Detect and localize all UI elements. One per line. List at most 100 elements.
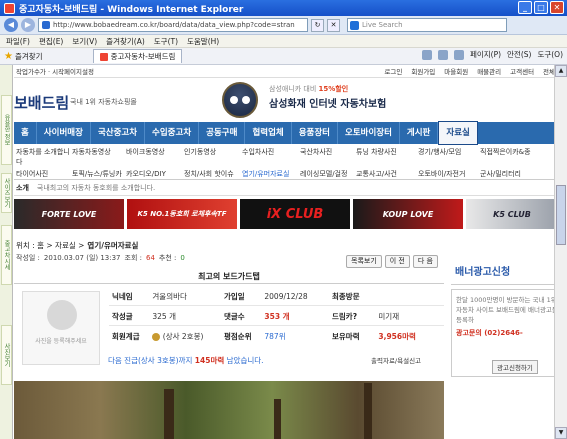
address-bar: ◀ ▶ http://www.bobaedream.co.kr/board/da… <box>0 16 567 35</box>
subnav-item[interactable]: 토픽/뉴스/튜닝카 <box>72 169 126 179</box>
tab-favicon-icon <box>99 52 108 61</box>
nav-board[interactable]: 게시판 <box>400 122 439 144</box>
nav-archive[interactable]: 자료실 <box>438 121 478 145</box>
subnav-item-active[interactable]: 엽기/유머자료실 <box>242 169 300 179</box>
print-icon[interactable] <box>453 49 464 60</box>
search-input[interactable]: Live Search <box>347 18 507 32</box>
feeds-icon[interactable] <box>437 49 448 60</box>
nav-bike[interactable]: 오토바이장터 <box>338 122 400 144</box>
close-button[interactable]: ✕ <box>550 1 564 14</box>
command-safety[interactable]: 안전(S) <box>507 49 531 60</box>
mascot-image[interactable] <box>222 82 258 118</box>
subnav-item[interactable]: 교통사고/사건 <box>356 169 418 179</box>
photo-tree <box>274 399 281 439</box>
profile-divider <box>109 325 444 326</box>
menu-bar: 파일(F) 편집(E) 보기(V) 즐겨찾기(A) 도구(T) 도움말(H) <box>0 35 567 48</box>
nav-import[interactable]: 수입중고차 <box>145 122 200 144</box>
side-tab-3[interactable]: 중고차시세 <box>1 225 12 285</box>
subnav-item[interactable]: 카오디오/DIY <box>126 169 184 179</box>
login-link[interactable]: 로그인 <box>384 66 402 76</box>
subnav-item[interactable]: 자동차를 소개합니다 <box>16 147 72 167</box>
ad-main-text[interactable]: 삼성화재 인터넷 자동차보험 <box>269 95 386 110</box>
subnav-item[interactable]: 군사/밀리터리 <box>480 169 540 179</box>
menu-view[interactable]: 보기(V) <box>72 36 97 47</box>
subnav-item[interactable]: 수입차사진 <box>242 147 300 167</box>
side-tab-1[interactable]: 유용한 정보 <box>1 95 12 165</box>
banner-koup[interactable]: KOUP LOVE <box>353 199 463 229</box>
nav-goods[interactable]: 용품장터 <box>292 122 338 144</box>
banner-ad-title[interactable]: 배너광고신청 <box>451 257 567 285</box>
subnav-item[interactable]: 레이싱모델/걸정 <box>300 169 356 179</box>
subnav-item[interactable]: 튜닝 차량사진 <box>356 147 418 167</box>
side-tab-4[interactable]: 사진보기 <box>1 325 12 385</box>
minimize-button[interactable]: _ <box>518 1 532 14</box>
side-tab-2[interactable]: 사이즈보기 <box>1 173 12 213</box>
menu-help[interactable]: 도움말(H) <box>187 36 219 47</box>
command-tools[interactable]: 도구(O) <box>537 49 563 60</box>
notice-label: 소개 <box>16 183 29 192</box>
subnav-item[interactable]: 국산차사진 <box>300 147 356 167</box>
home-icon[interactable] <box>421 49 432 60</box>
scroll-up-icon[interactable]: ▲ <box>555 65 567 77</box>
subnav-item[interactable]: 정치/사회 핫이슈 <box>184 169 242 179</box>
banner-k5-tf[interactable]: K5 NO.1동호회 로체후속TF <box>127 199 237 229</box>
subnav-item[interactable]: 경기/행사/모임 <box>418 147 480 167</box>
scrollbar[interactable]: ▲ ▼ <box>554 65 567 439</box>
nav-group-buy[interactable]: 공동구매 <box>199 122 246 144</box>
favorites-label[interactable]: 즐겨찾기 <box>15 51 43 62</box>
avatar[interactable]: 사진을 등록해주세요 <box>22 291 100 365</box>
subnav-item[interactable]: 타이어사진 <box>16 169 72 179</box>
list-button[interactable]: 목록보기 <box>346 255 382 268</box>
join-link[interactable]: 회원가입 <box>411 66 435 76</box>
date-label: 작성일 : <box>16 254 40 262</box>
back-icon[interactable]: ◀ <box>4 18 18 32</box>
promotion-status: 다음 진급(상사 3호봉)까지 145마력 남았습니다. <box>108 356 264 365</box>
nav-cyber[interactable]: 사이버매장 <box>37 122 91 144</box>
command-page[interactable]: 페이지(P) <box>470 49 501 60</box>
listing-link[interactable]: 매물관리 <box>477 66 501 76</box>
toplinks-left[interactable]: 작업가수가 · 시작페이지설정 <box>16 66 94 76</box>
rank-row: 평점순위 787위 <box>224 332 286 341</box>
right-column: 배너광고신청 한달 1000만명이 방문하는 국내 1위 자동차 사이트 보배드… <box>451 255 567 377</box>
banner-k5-club[interactable]: K5 CLUB <box>466 199 558 229</box>
report-link[interactable]: 출력자료/욕설신고 <box>371 355 421 365</box>
nav-domestic[interactable]: 국산중고차 <box>91 122 146 144</box>
comments-value: 353 개 <box>264 312 290 321</box>
views-label: 조회 : <box>124 254 142 262</box>
subnav-item[interactable]: 자동차동영상 <box>72 147 126 167</box>
next-button[interactable]: 다 음 <box>412 255 438 268</box>
subnav-item[interactable]: 직접찍은이카&종 <box>480 147 540 167</box>
menu-tools[interactable]: 도구(T) <box>154 36 178 47</box>
banner-forte[interactable]: FORTE LOVE <box>14 199 124 229</box>
ad-top-text[interactable]: 삼성애니카 대비 15%할인 <box>269 84 348 94</box>
site-logo[interactable]: 보배드림 <box>14 92 69 113</box>
url-input[interactable]: http://www.bobaedream.co.kr/board/data/d… <box>38 18 308 32</box>
window-title: 중고자동차-보배드림 - Windows Internet Explorer <box>19 4 244 15</box>
breadcrumb-current: 엽기/유머자료실 <box>87 240 139 250</box>
scroll-thumb[interactable] <box>556 185 566 245</box>
subnav-item[interactable]: 오토바이/자전거 <box>418 169 480 179</box>
banner-ix-club[interactable]: iX CLUB <box>240 199 350 229</box>
browser-tab[interactable]: 중고자동차-보배드림 <box>92 49 183 63</box>
nav-partners[interactable]: 협력업체 <box>245 122 292 144</box>
menu-favorites[interactable]: 즐겨찾기(A) <box>106 36 145 47</box>
stop-icon[interactable]: ✕ <box>327 18 340 32</box>
refresh-icon[interactable]: ↻ <box>311 18 324 32</box>
subnav-item[interactable]: 인기동영상 <box>184 147 242 167</box>
post-photo[interactable] <box>14 381 444 439</box>
subnav-item[interactable]: 바이크동영상 <box>126 147 184 167</box>
scroll-down-icon[interactable]: ▼ <box>555 427 567 439</box>
maximize-button[interactable]: □ <box>534 1 548 14</box>
prev-button[interactable]: 이 전 <box>384 255 410 268</box>
favorites-star-icon[interactable]: ★ <box>4 51 13 62</box>
main-nav: 홈 사이버매장 국산중고차 수입중고차 공동구매 협력업체 용품장터 오토바이장… <box>14 121 567 145</box>
ad-apply-button[interactable]: 광고신청하기 <box>492 360 538 374</box>
nickname-value[interactable]: 겨울의바다 <box>152 292 187 301</box>
member-link[interactable]: 마을회원 <box>444 66 468 76</box>
menu-file[interactable]: 파일(F) <box>6 36 30 47</box>
forward-icon[interactable]: ▶ <box>21 18 35 32</box>
support-link[interactable]: 고객센터 <box>510 66 534 76</box>
nav-home[interactable]: 홈 <box>14 122 37 144</box>
breadcrumb-path[interactable]: 위치 : 홈 > 자료실 > <box>16 240 84 251</box>
menu-edit[interactable]: 편집(E) <box>39 36 63 47</box>
